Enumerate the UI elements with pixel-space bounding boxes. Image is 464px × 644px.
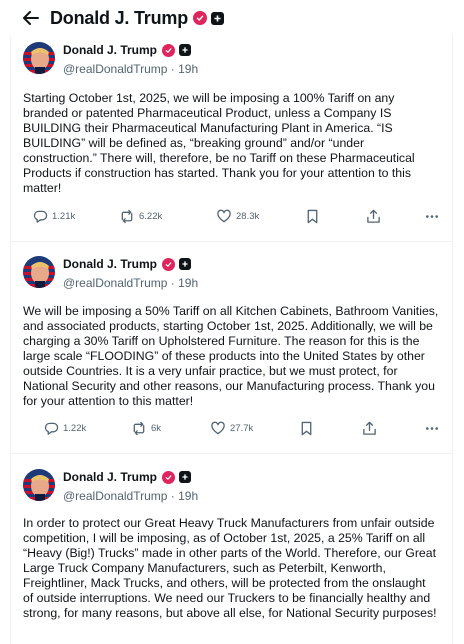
bookmark-button[interactable] [306,209,319,224]
avatar[interactable] [23,42,55,74]
bookmark-icon [307,209,318,224]
post-actions: 1.22k 6k 27.7k [33,421,438,441]
share-button[interactable] [362,421,377,436]
repost-icon [121,209,133,224]
back-button[interactable] [22,9,40,27]
post-card[interactable]: Donald J. Trump @realDonaldTrump · 19h W… [10,242,453,454]
profile-header: Donald J. Trump [0,0,464,36]
arrow-left-icon [23,11,39,25]
author-name[interactable]: Donald J. Trump [63,257,157,271]
like-button[interactable]: 28.3k [216,209,259,224]
org-badge-icon [211,11,225,25]
heart-icon [217,209,231,223]
share-icon [367,209,380,223]
post-time[interactable]: 19h [178,62,198,76]
reply-button[interactable]: 1.22k [44,421,86,436]
author-name[interactable]: Donald J. Trump [63,470,157,484]
post-actions: 1.21k 6.22k 28.3k [33,209,438,229]
author-handle[interactable]: @realDonaldTrump [63,62,167,76]
like-count: 27.7k [230,423,254,434]
more-button[interactable] [425,209,439,224]
heart-icon [211,421,225,435]
post-text: We will be imposing a 50% Tariff on all … [23,304,439,408]
author-name[interactable]: Donald J. Trump [63,43,157,57]
author-handle[interactable]: @realDonaldTrump [63,276,167,290]
reply-icon [33,210,48,223]
post-time[interactable]: 19h [178,489,198,503]
verified-badge-icon [162,43,176,57]
post-card[interactable]: Donald J. Trump @realDonaldTrump · 19h S… [10,36,453,242]
repost-button[interactable]: 6.22k [119,209,162,224]
more-icon [426,427,438,430]
verified-badge-icon [162,470,176,484]
more-button[interactable] [425,421,439,436]
org-badge-icon [179,258,192,270]
post-text: Starting October 1st, 2025, we will be i… [23,91,415,195]
repost-count: 6k [151,423,162,434]
bookmark-button[interactable] [300,421,313,436]
verified-badge-icon [162,257,176,271]
post-meta: @realDonaldTrump · 19h [63,62,199,76]
avatar[interactable] [23,469,55,501]
repost-icon [133,421,145,436]
reply-icon [44,422,59,435]
org-badge-icon [179,471,192,483]
like-count: 28.3k [236,211,260,222]
repost-count: 6.22k [139,211,163,222]
post-meta: @realDonaldTrump · 19h [63,276,199,290]
reply-count: 1.22k [63,423,87,434]
repost-button[interactable]: 6k [131,421,161,436]
org-badge-icon [179,44,192,56]
share-button[interactable] [366,209,381,224]
post-card[interactable]: Donald J. Trump @realDonaldTrump · 19h I… [10,454,453,644]
more-icon [426,215,438,218]
like-button[interactable]: 27.7k [210,421,253,436]
post-meta: @realDonaldTrump · 19h [63,489,199,503]
post-text: In order to protect our Great Heavy Truc… [23,516,437,620]
page-title: Donald J. Trump [50,7,189,28]
avatar[interactable] [23,256,55,288]
author-handle[interactable]: @realDonaldTrump [63,489,167,503]
verified-badge-icon [193,11,208,25]
reply-count: 1.21k [52,211,76,222]
reply-button[interactable]: 1.21k [33,209,75,224]
bookmark-icon [301,421,312,436]
post-time[interactable]: 19h [178,276,198,290]
share-icon [363,421,376,435]
